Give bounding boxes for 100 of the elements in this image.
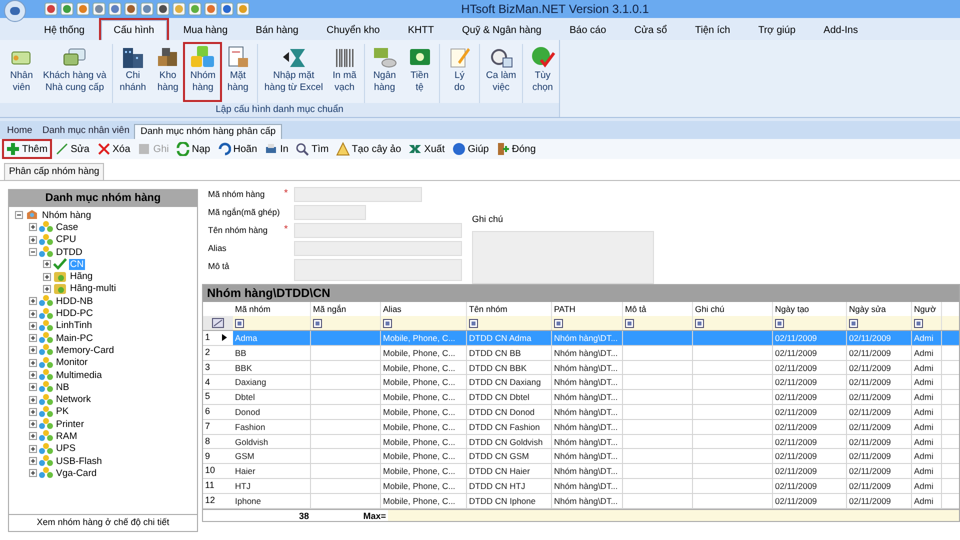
tree-item[interactable]: Multimedia — [55, 370, 103, 380]
collapse-icon[interactable] — [15, 211, 23, 220]
expand-icon[interactable] — [29, 346, 37, 354]
tree-item[interactable]: PK — [55, 406, 70, 418]
tree-item[interactable]: DTDD — [55, 246, 84, 258]
document-tab[interactable]: Danh mục nhóm hàng phân cấp — [134, 124, 282, 139]
tree-item[interactable]: Main-PC — [55, 332, 94, 344]
filter-icon[interactable] — [625, 318, 634, 328]
toolbar-button[interactable]: Sửa — [52, 141, 92, 157]
input-field[interactable] — [294, 223, 462, 238]
expand-icon[interactable] — [43, 260, 51, 268]
expand-icon[interactable] — [29, 322, 37, 330]
tree-item[interactable]: NB — [55, 382, 70, 393]
filter-icon[interactable] — [849, 318, 858, 328]
quick-access-icon[interactable] — [156, 2, 170, 16]
note-field[interactable] — [472, 230, 654, 284]
ribbon-button[interactable]: Nhân viên — [4, 44, 39, 100]
quick-access-icon[interactable] — [60, 2, 74, 16]
ribbon-button[interactable]: Nhóm hàng — [185, 44, 220, 100]
toolbar-button[interactable]: Giúp — [450, 141, 491, 157]
expand-icon[interactable] — [43, 272, 51, 281]
ribbon-button[interactable]: Kho hàng — [150, 44, 186, 100]
tree-item[interactable]: Hãng-multi — [69, 283, 117, 294]
tree-item[interactable]: Nhóm hàng — [41, 210, 92, 221]
filter-icon[interactable] — [235, 318, 244, 328]
app-logo-icon[interactable] — [4, 0, 26, 22]
tree-item[interactable]: Case — [55, 222, 80, 233]
expand-icon[interactable] — [29, 371, 37, 379]
ribbon-button[interactable]: Lý do — [442, 44, 478, 100]
tree-item[interactable]: HDD-NB — [55, 296, 94, 307]
tree-item[interactable]: UPS — [55, 443, 77, 454]
input-field[interactable] — [294, 259, 462, 281]
input-field[interactable] — [294, 241, 462, 256]
tree-item[interactable]: Monitor — [55, 357, 89, 368]
quick-access-icon[interactable] — [220, 2, 234, 16]
ribbon-button[interactable]: Chi nhánh — [115, 44, 150, 100]
sub-tab[interactable]: Phân cấp nhóm hàng — [4, 163, 104, 180]
collapse-icon[interactable] — [29, 248, 37, 256]
expand-icon[interactable] — [29, 420, 37, 428]
toolbar-button[interactable]: Xóa — [94, 141, 132, 157]
table-row[interactable]: 2 BB Mobile, Phone, C... DTDD CN BB Nhóm hàng\DT... 02/11/2009 02/11/2009 Admi — [203, 346, 959, 361]
tree-item[interactable]: Hãng — [69, 271, 94, 282]
expand-icon[interactable] — [29, 297, 37, 306]
tree-item[interactable]: Vga-Card — [55, 468, 98, 479]
tree-item[interactable]: Network — [55, 394, 92, 406]
expand-icon[interactable] — [29, 457, 37, 466]
table-row[interactable]: 12 Iphone Mobile, Phone, C... DTDD CN Iphone Nhóm hàng\DT... 02/11/2009 02/11/2009 Admi — [203, 494, 959, 509]
menu-tab[interactable]: Hệ thống — [32, 20, 97, 40]
table-row[interactable]: 1 Adma Mobile, Phone, C... DTDD CN Adma Nhóm hàng\DT... 02/11/2009 02/11/2009 Admi — [203, 331, 959, 346]
ribbon-button[interactable]: Nhập mặt hàng từ Excel — [260, 44, 328, 100]
filter-icon[interactable] — [775, 318, 784, 328]
menu-tab[interactable]: KHTT — [396, 20, 446, 40]
filter-icon[interactable] — [554, 318, 563, 328]
menu-tab[interactable]: Chuyển kho — [314, 20, 392, 40]
menu-tab[interactable]: Tiện ích — [683, 20, 742, 40]
toolbar-button[interactable]: Hoãn — [215, 141, 260, 157]
tree-item[interactable]: HDD-PC — [55, 308, 94, 320]
filter-icon[interactable] — [469, 318, 478, 328]
expand-icon[interactable] — [29, 383, 37, 392]
menu-tab[interactable]: Bán hàng — [244, 20, 310, 40]
ribbon-button[interactable]: Tùy chọn — [525, 44, 560, 100]
quick-access-icon[interactable] — [140, 2, 154, 16]
table-row[interactable]: 9 GSM Mobile, Phone, C... DTDD CN GSM Nhóm hàng\DT... 02/11/2009 02/11/2009 Admi — [203, 449, 959, 464]
tree-item[interactable]: LinhTinh — [55, 320, 94, 332]
toolbar-button[interactable]: Nạp — [174, 141, 212, 157]
document-tab[interactable]: Home — [2, 124, 38, 139]
menu-tab[interactable]: Báo cáo — [557, 20, 618, 40]
expand-icon[interactable] — [43, 284, 51, 293]
menu-tab[interactable]: Trợ giúp — [746, 20, 808, 40]
quick-access-icon[interactable] — [92, 2, 106, 16]
toolbar-button[interactable]: Xuất — [406, 141, 447, 157]
input-field[interactable] — [294, 187, 422, 202]
toolbar-button[interactable]: In — [262, 141, 290, 157]
expand-icon[interactable] — [29, 396, 37, 404]
quick-access-icon[interactable] — [44, 2, 58, 16]
toolbar-button[interactable]: Đóng — [494, 141, 538, 157]
ribbon-button[interactable]: Mặt hàng — [220, 44, 256, 100]
menu-tab[interactable]: Mua hàng — [171, 20, 240, 40]
table-row[interactable]: 3 BBK Mobile, Phone, C... DTDD CN BBK Nhóm hàng\DT... 02/11/2009 02/11/2009 Admi — [203, 360, 959, 376]
tree-item[interactable]: RAM — [55, 430, 78, 442]
expand-icon[interactable] — [29, 310, 37, 318]
quick-access-icon[interactable] — [108, 2, 122, 16]
toolbar-button[interactable]: Thêm — [4, 141, 50, 157]
tree-item[interactable]: Printer — [55, 418, 85, 430]
quick-access-icon[interactable] — [124, 2, 138, 16]
expand-icon[interactable] — [29, 469, 37, 478]
document-tab[interactable]: Danh mục nhân viên — [37, 124, 134, 139]
ribbon-button[interactable]: Khách hàng và Nhà cung cấp — [39, 44, 110, 100]
toolbar-button[interactable]: Tìm — [293, 141, 331, 157]
ribbon-button[interactable]: Ngân hàng — [367, 44, 402, 100]
filter-icon[interactable] — [695, 318, 704, 328]
expand-icon[interactable] — [29, 358, 37, 367]
filter-icon[interactable] — [313, 318, 322, 328]
menu-tab[interactable]: Add-Ins — [812, 20, 870, 40]
table-row[interactable]: 5 Dbtel Mobile, Phone, C... DTDD CN Dbtel Nhóm hàng\DT... 02/11/2009 02/11/2009 Admi — [203, 390, 959, 405]
filter-clear-icon[interactable] — [212, 318, 224, 328]
expand-icon[interactable] — [29, 236, 37, 244]
filter-icon[interactable] — [914, 318, 923, 328]
table-row[interactable]: 7 Fashion Mobile, Phone, C... DTDD CN Fashion Nhóm hàng\DT... 02/11/2009 02/11/2009 Admi — [203, 420, 959, 435]
expand-icon[interactable] — [29, 223, 37, 232]
